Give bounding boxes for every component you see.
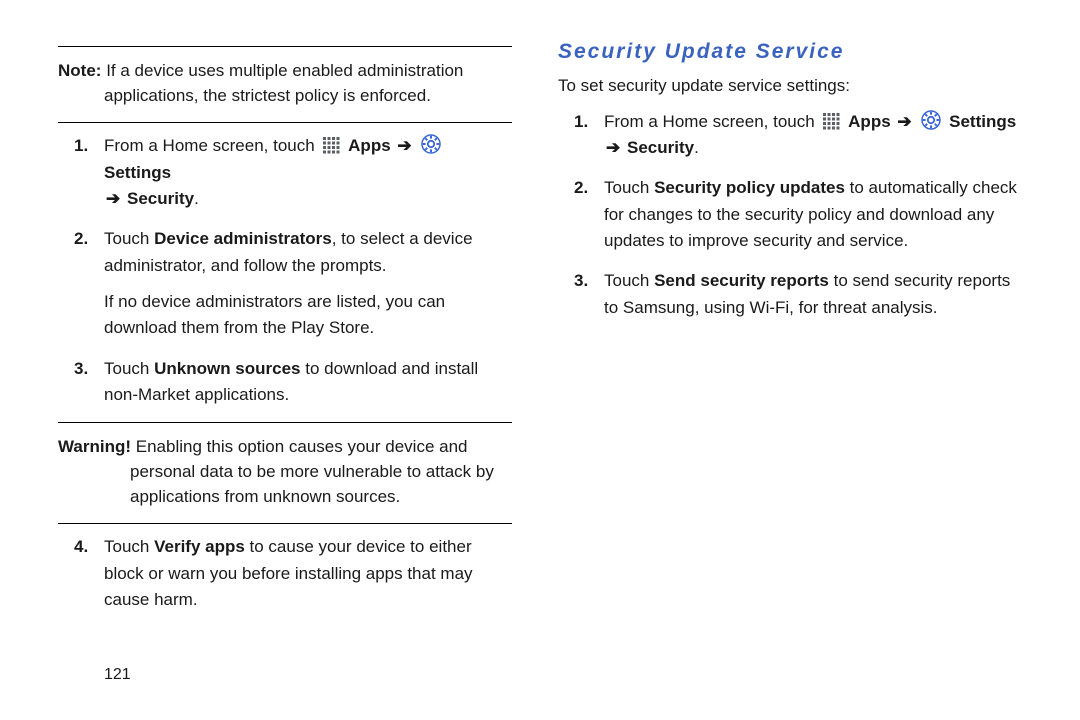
- right-steps: From a Home screen, touch Apps ➔: [558, 109, 1020, 321]
- right-step-3: Touch Send security reports to send secu…: [604, 268, 1020, 321]
- settings-label: Settings: [949, 112, 1016, 131]
- intro-text: To set security update service settings:: [558, 74, 1020, 99]
- bold: Send security reports: [654, 271, 829, 290]
- text: Touch: [104, 359, 154, 378]
- arrow-icon: ➔: [895, 112, 913, 131]
- apps-grid-icon: [822, 112, 840, 130]
- security-label: Security: [127, 189, 194, 208]
- bold: Unknown sources: [154, 359, 300, 378]
- rule-before-warning: [58, 422, 512, 423]
- note-block: Note: If a device uses multiple enabled …: [58, 57, 512, 116]
- rule-after-note: [58, 122, 512, 123]
- security-label: Security: [627, 138, 694, 157]
- text: Touch: [604, 178, 654, 197]
- period: .: [694, 138, 699, 157]
- step-prefix: From a Home screen, touch: [104, 136, 319, 155]
- right-step-1: From a Home screen, touch Apps ➔: [604, 109, 1020, 162]
- warning-text: Enabling this option causes your device …: [130, 437, 494, 505]
- settings-gear-icon: [921, 110, 941, 130]
- note-label: Note:: [58, 61, 101, 80]
- bold: Verify apps: [154, 537, 245, 556]
- sub-text: If no device administrators are listed, …: [104, 289, 512, 342]
- bold: Security policy updates: [654, 178, 845, 197]
- arrow-icon: ➔: [104, 189, 122, 208]
- warning-label: Warning!: [58, 437, 131, 456]
- page-number: 121: [104, 666, 131, 684]
- arrow-icon: ➔: [604, 138, 622, 157]
- apps-grid-icon: [322, 136, 340, 154]
- left-step-2: Touch Device administrators, to select a…: [104, 226, 512, 341]
- left-steps-1-3: From a Home screen, touch Apps ➔: [58, 133, 512, 408]
- left-column: Note: If a device uses multiple enabled …: [30, 40, 540, 700]
- rule-after-warning: [58, 523, 512, 524]
- note-text: If a device uses multiple enabled admini…: [104, 61, 463, 105]
- arrow-icon: ➔: [395, 136, 413, 155]
- rule-top: [58, 46, 512, 47]
- left-step-4: Touch Verify apps to cause your device t…: [104, 534, 512, 613]
- left-steps-4: Touch Verify apps to cause your device t…: [58, 534, 512, 613]
- left-step-1: From a Home screen, touch Apps ➔: [104, 133, 512, 212]
- right-step-2: Touch Security policy updates to automat…: [604, 175, 1020, 254]
- step-prefix: From a Home screen, touch: [604, 112, 819, 131]
- settings-label: Settings: [104, 163, 171, 182]
- text: Touch: [104, 537, 154, 556]
- apps-label: Apps: [848, 112, 891, 131]
- right-column: Security Update Service To set security …: [540, 40, 1050, 700]
- apps-label: Apps: [348, 136, 391, 155]
- text: Touch: [604, 271, 654, 290]
- left-step-3: Touch Unknown sources to download and in…: [104, 356, 512, 409]
- settings-gear-icon: [421, 134, 441, 154]
- period: .: [194, 189, 199, 208]
- text: Touch: [104, 229, 154, 248]
- page: Note: If a device uses multiple enabled …: [0, 0, 1080, 720]
- bold: Device administrators: [154, 229, 332, 248]
- section-title: Security Update Service: [558, 40, 1020, 64]
- warning-block: Warning! Enabling this option causes you…: [58, 433, 512, 517]
